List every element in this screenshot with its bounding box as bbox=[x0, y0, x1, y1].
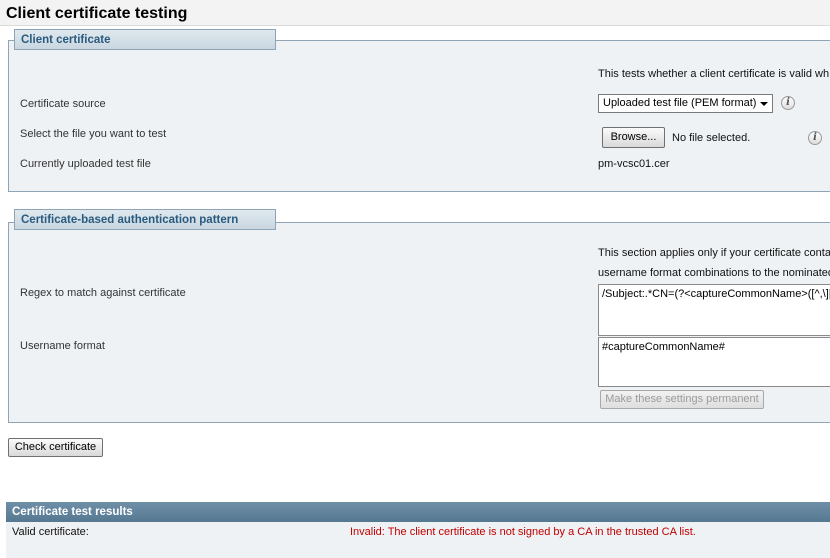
certificate-source-value: Uploaded test file (PEM format) bbox=[603, 97, 757, 109]
info-icon[interactable]: i bbox=[781, 96, 795, 110]
regex-label: Regex to match against certificate bbox=[20, 287, 186, 299]
current-file-label: Currently uploaded test file bbox=[20, 158, 151, 170]
auth-pattern-legend: Certificate-based authentication pattern bbox=[14, 209, 276, 230]
certificate-source-label: Certificate source bbox=[20, 98, 106, 110]
client-certificate-intro: This tests whether a client certificate … bbox=[598, 68, 830, 80]
certificate-source-select[interactable]: Uploaded test file (PEM format) bbox=[598, 94, 773, 113]
results-header: Certificate test results bbox=[6, 502, 830, 522]
current-file-value: pm-vcsc01.cer bbox=[598, 158, 670, 170]
username-format-textarea[interactable]: #captureCommonName# bbox=[598, 337, 830, 387]
browse-button[interactable]: Browse... bbox=[602, 127, 665, 148]
username-format-label: Username format bbox=[20, 340, 105, 352]
check-certificate-button[interactable]: Check certificate bbox=[8, 438, 103, 457]
auth-pattern-intro-line2: username format combinations to the nomi… bbox=[598, 267, 830, 279]
regex-textarea[interactable]: /Subject:.*CN=(?<captureCommonName>([^,\… bbox=[598, 284, 830, 336]
auth-pattern-intro-line1: This section applies only if your certif… bbox=[598, 247, 830, 259]
make-permanent-button[interactable]: Make these settings permanent bbox=[600, 390, 764, 409]
valid-certificate-value: Invalid: The client certificate is not s… bbox=[350, 526, 696, 538]
chevron-down-icon bbox=[760, 102, 768, 106]
select-file-label: Select the file you want to test bbox=[20, 128, 167, 140]
client-certificate-legend: Client certificate bbox=[14, 29, 276, 50]
file-status-text: No file selected. bbox=[672, 132, 751, 144]
info-icon[interactable]: i bbox=[808, 131, 822, 145]
valid-certificate-label: Valid certificate: bbox=[12, 526, 89, 538]
page-title: Client certificate testing bbox=[0, 0, 830, 26]
